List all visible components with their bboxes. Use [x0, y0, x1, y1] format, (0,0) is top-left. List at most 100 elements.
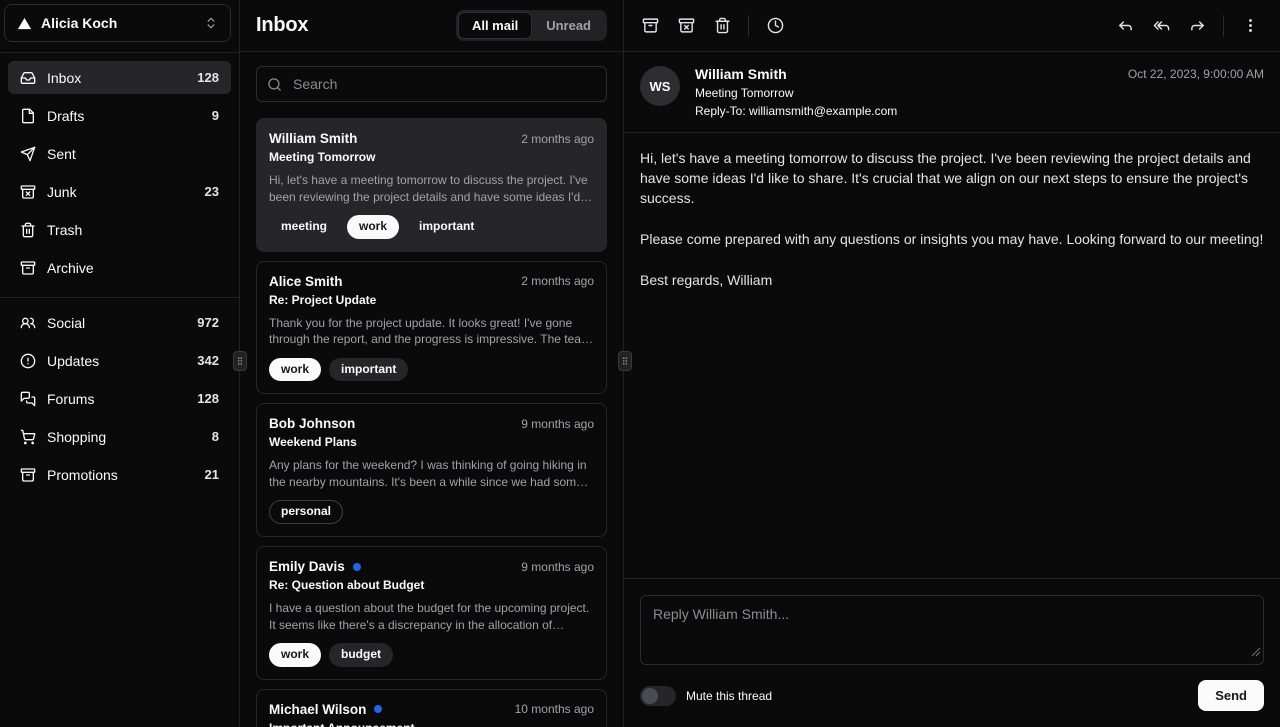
grip-vertical-icon	[235, 355, 245, 367]
sidebar: Alicia Koch Inbox 128 Drafts 9 Sent Junk…	[0, 0, 240, 727]
tag-badge-work: work	[347, 215, 399, 239]
tag-badge-work: work	[269, 358, 321, 382]
archive-button[interactable]	[632, 8, 668, 44]
panel-resize-handle[interactable]	[233, 351, 247, 371]
email-preview: Hi, let's have a meeting tomorrow to dis…	[269, 172, 594, 205]
mail-subject: Meeting Tomorrow	[695, 86, 897, 100]
sidebar-item-forums[interactable]: Forums 128	[8, 382, 231, 415]
sidebar-item-count: 128	[197, 70, 219, 85]
toggle-knob	[642, 688, 658, 704]
mail-filter-tabs: All mailUnread	[456, 10, 607, 41]
sidebar-item-updates[interactable]: Updates 342	[8, 344, 231, 377]
mute-thread-toggle[interactable]	[640, 686, 676, 706]
tab-all-mail[interactable]: All mail	[458, 12, 532, 39]
alert-circle-icon	[20, 353, 36, 369]
email-list-item[interactable]: Bob Johnson 9 months ago Weekend Plans A…	[256, 403, 607, 537]
mail-body-paragraph: Please come prepared with any questions …	[640, 230, 1264, 250]
tag-badge-budget: budget	[329, 643, 393, 667]
sidebar-item-promotions[interactable]: Promotions 21	[8, 458, 231, 491]
email-preview: I have a question about the budget for t…	[269, 600, 594, 633]
list-header: Inbox All mailUnread	[240, 0, 623, 52]
email-list-item[interactable]: Alice Smith 2 months ago Re: Project Upd…	[256, 261, 607, 395]
mail-app: Alicia Koch Inbox 128 Drafts 9 Sent Junk…	[0, 0, 1280, 727]
reply-to-label: Reply-To:	[695, 104, 746, 118]
more-vertical-button[interactable]	[1232, 8, 1268, 44]
shopping-cart-icon	[20, 429, 36, 445]
email-list-item[interactable]: Emily Davis 9 months ago Re: Question ab…	[256, 546, 607, 680]
email-sender-name: Bob Johnson	[269, 416, 355, 431]
sender-name: William Smith	[695, 66, 897, 82]
page-title: Inbox	[256, 14, 308, 37]
forward-button[interactable]	[1179, 8, 1215, 44]
tag-badge-important: important	[407, 215, 486, 239]
email-list-item[interactable]: Michael Wilson 10 months ago Important A…	[256, 689, 607, 727]
file-icon	[20, 108, 36, 124]
mail-toolbar	[624, 0, 1280, 52]
sidebar-item-label: Junk	[47, 184, 77, 200]
email-tags: personal	[269, 500, 594, 524]
email-tags: meetingworkimportant	[269, 215, 594, 239]
archive-icon	[20, 467, 36, 483]
tab-unread[interactable]: Unread	[532, 12, 605, 39]
email-sender-name: Alice Smith	[269, 274, 343, 289]
sidebar-item-drafts[interactable]: Drafts 9	[8, 99, 231, 132]
reply-all-button[interactable]	[1143, 8, 1179, 44]
email-time: 10 months ago	[515, 702, 594, 716]
sidebar-item-sent[interactable]: Sent	[8, 137, 231, 170]
reply-input[interactable]	[640, 595, 1264, 665]
email-subject: Weekend Plans	[269, 435, 594, 449]
tag-badge-personal: personal	[269, 500, 343, 524]
sidebar-item-label: Inbox	[47, 70, 81, 86]
sidebar-header: Alicia Koch	[0, 0, 239, 52]
send-button[interactable]: Send	[1198, 680, 1264, 711]
panel-resize-handle[interactable]	[618, 351, 632, 371]
account-switcher[interactable]: Alicia Koch	[4, 4, 231, 42]
triangle-logo-icon	[17, 16, 32, 31]
toolbar-separator	[1223, 15, 1224, 37]
search-input[interactable]	[291, 75, 596, 93]
tag-badge-work: work	[269, 643, 321, 667]
reply-button[interactable]	[1107, 8, 1143, 44]
sidebar-item-trash[interactable]: Trash	[8, 213, 231, 246]
email-preview: Thank you for the project update. It loo…	[269, 315, 594, 348]
sidebar-item-count: 342	[197, 353, 219, 368]
email-preview: Any plans for the weekend? I was thinkin…	[269, 457, 594, 490]
sidebar-item-count: 128	[197, 391, 219, 406]
email-time: 2 months ago	[521, 132, 594, 146]
sidebar-item-inbox[interactable]: Inbox 128	[8, 61, 231, 94]
search-box[interactable]	[256, 66, 607, 102]
toolbar-right-group	[1107, 8, 1268, 44]
email-time: 2 months ago	[521, 274, 594, 288]
search-icon	[267, 77, 282, 92]
archive-x-button[interactable]	[668, 8, 704, 44]
email-time: 9 months ago	[521, 417, 594, 431]
trash-icon	[20, 222, 36, 238]
unread-dot	[374, 705, 382, 713]
email-subject: Important Announcement	[269, 721, 594, 727]
sidebar-item-social[interactable]: Social 972	[8, 306, 231, 339]
reply-footer: Mute this thread Send	[640, 680, 1264, 711]
sidebar-nav-primary: Inbox 128 Drafts 9 Sent Junk 23 Trash Ar…	[0, 53, 239, 297]
sidebar-item-shopping[interactable]: Shopping 8	[8, 420, 231, 453]
reply-to-address: williamsmith@example.com	[749, 104, 897, 118]
avatar: WS	[640, 66, 680, 106]
sidebar-item-label: Sent	[47, 146, 76, 162]
sidebar-item-archive[interactable]: Archive	[8, 251, 231, 284]
email-list-item[interactable]: William Smith 2 months ago Meeting Tomor…	[256, 118, 607, 252]
sidebar-item-count: 23	[205, 184, 219, 199]
sidebar-item-junk[interactable]: Junk 23	[8, 175, 231, 208]
mail-header: WS William Smith Meeting Tomorrow Reply-…	[624, 52, 1280, 133]
unread-dot	[353, 563, 361, 571]
email-tags: work budget	[269, 643, 594, 667]
reply-all-icon	[1153, 17, 1170, 34]
archive-icon	[642, 17, 659, 34]
mail-detail-pane: WS William Smith Meeting Tomorrow Reply-…	[624, 0, 1280, 727]
email-time: 9 months ago	[521, 560, 594, 574]
clock-button[interactable]	[757, 8, 793, 44]
trash-button[interactable]	[704, 8, 740, 44]
sidebar-item-count: 972	[197, 315, 219, 330]
reply-to: Reply-To: williamsmith@example.com	[695, 104, 897, 118]
mail-body: Hi, let's have a meeting tomorrow to dis…	[624, 133, 1280, 578]
email-sender-name: William Smith	[269, 131, 357, 146]
mail-body-paragraph: Best regards, William	[640, 271, 1264, 291]
